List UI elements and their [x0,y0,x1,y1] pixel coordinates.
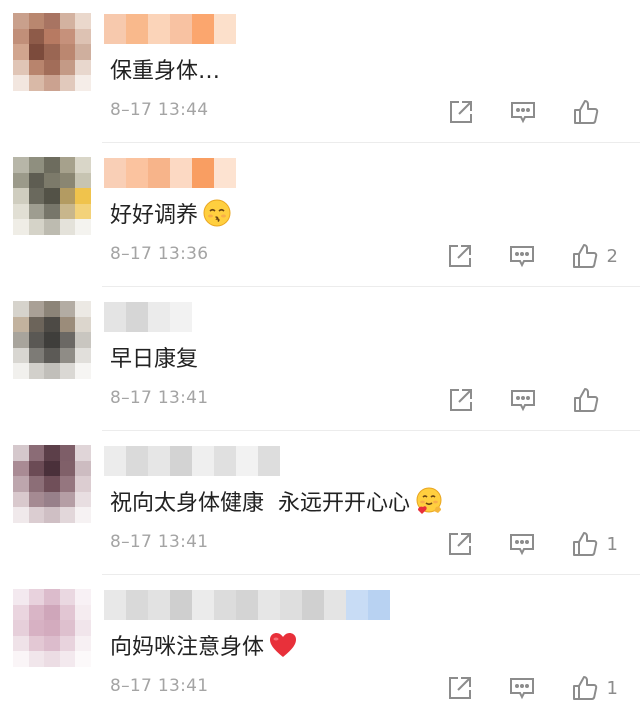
comment-text-content: 好好调养 [110,203,199,228]
username[interactable] [104,590,390,620]
share-button[interactable] [447,531,473,557]
comment-icon [509,534,534,556]
divider [102,574,640,575]
comment-actions: 1 [411,528,618,560]
like-button[interactable] [572,98,618,126]
share-button[interactable] [447,675,473,701]
thumbs-up-icon [572,532,597,556]
divider [102,286,640,287]
comment-time: 8–17 13:41 [110,676,209,696]
like-button[interactable]: 1 [571,530,618,558]
comment-text: 向妈咪注意身体 [110,629,298,661]
comment-actions [412,96,618,128]
reply-button[interactable] [510,99,536,125]
comment-text-content: 向妈咪注意身体 [110,635,265,660]
comment-text: 好好调养 [110,197,232,229]
avatar[interactable] [13,301,91,379]
share-icon [448,245,471,267]
share-icon [448,533,471,555]
comment-actions: 1 [411,672,618,704]
comment-item: 祝向太身体健康 永远开开心心 8–17 13:41 1 [0,432,640,576]
share-button[interactable] [447,243,473,269]
comment-text-content: 祝向太身体健康 永远开开心心 [110,491,410,516]
share-icon [448,677,471,699]
avatar[interactable] [13,589,91,667]
avatar[interactable] [13,157,91,235]
thumbs-up-icon [572,244,597,268]
share-button[interactable] [448,387,474,413]
like-button[interactable]: 1 [571,674,618,702]
comment-text: 早日康复 [110,341,198,373]
comment-time: 8–17 13:36 [110,244,209,264]
reply-button[interactable] [509,531,535,557]
like-button[interactable] [572,386,618,414]
divider [102,430,640,431]
comment-text-content: 早日康复 [110,347,199,372]
avatar[interactable] [13,445,91,523]
comment-time: 8–17 13:41 [110,532,209,552]
avatar[interactable] [13,13,91,91]
comment-text: 祝向太身体健康 永远开开心心 [110,485,444,517]
red-heart-icon [270,633,297,657]
thumbs-up-icon [572,676,597,700]
comment-icon [509,678,534,700]
kiss-face-icon [203,199,231,227]
comment-time: 8–17 13:41 [110,388,209,408]
thumbs-up-icon [574,388,599,412]
comment-time: 8–17 13:44 [110,100,209,120]
share-icon [450,389,472,411]
username[interactable] [104,302,192,332]
thumbs-up-icon [574,100,599,124]
comment-icon [511,102,535,124]
username[interactable] [104,446,280,476]
like-count: 1 [606,677,618,699]
divider [102,142,640,143]
share-icon [450,101,472,123]
reply-button[interactable] [509,675,535,701]
comment-icon [509,246,534,268]
comment-item: 向妈咪注意身体 8–17 13:41 1 [0,576,640,720]
share-button[interactable] [448,99,474,125]
username[interactable] [104,14,236,44]
like-count: 2 [606,245,618,267]
comment-item: 好好调养 8–17 13:36 2 [0,144,640,288]
comment-item: 保重身体… 8–17 13:44 [0,0,640,144]
like-count: 1 [606,533,618,555]
comment-text-content: 保重身体… [110,59,221,84]
comment-actions: 2 [411,240,618,272]
like-button[interactable]: 2 [571,242,618,270]
comment-text: 保重身体… [110,53,220,85]
reply-button[interactable] [509,243,535,269]
comment-item: 早日康复 8–17 13:41 [0,288,640,432]
comment-actions [412,384,618,416]
comment-icon [511,390,535,412]
hugging-face-icon [416,487,442,514]
username[interactable] [104,158,236,188]
reply-button[interactable] [510,387,536,413]
